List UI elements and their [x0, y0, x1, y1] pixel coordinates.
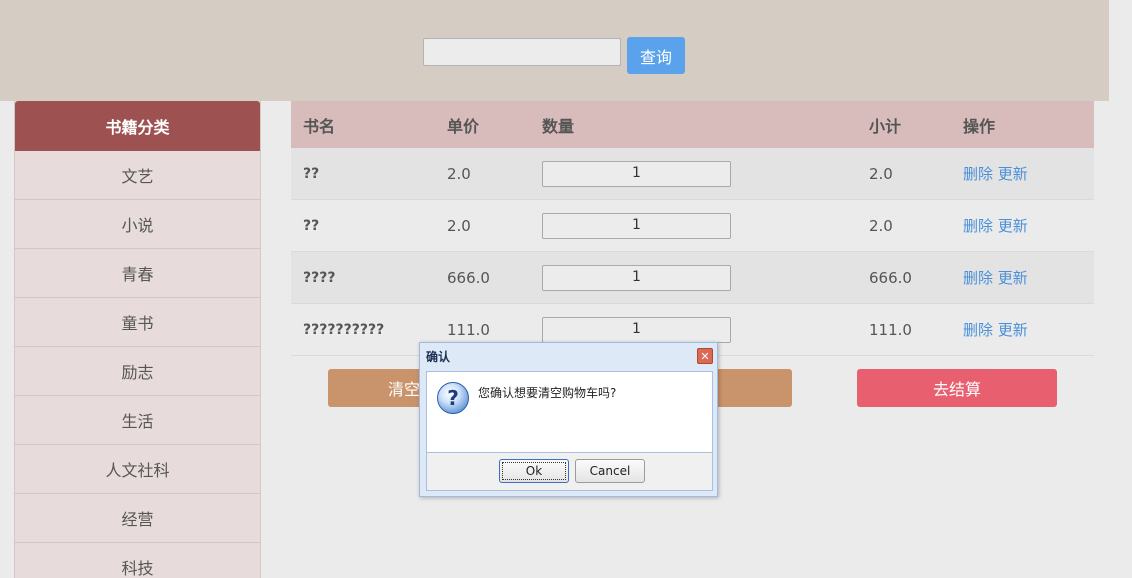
- sidebar-item-jingying[interactable]: 经营: [15, 494, 260, 543]
- table-header: 书名 单价 数量 小计 操作: [291, 101, 1094, 148]
- delete-link[interactable]: 删除: [963, 321, 993, 339]
- quantity-input[interactable]: 1: [542, 264, 731, 291]
- table-row: ???? 666.0 1 666.0 删除 更新: [291, 252, 1094, 304]
- book-name: ??: [303, 165, 320, 182]
- cart-table: 书名 单价 数量 小计 操作 ?? 2.0 1 2.0 删除 更新 ?? 2.0…: [291, 101, 1094, 356]
- sidebar-item-qingchun[interactable]: 青春: [15, 249, 260, 298]
- sidebar-title: 书籍分类: [15, 101, 260, 151]
- book-price: 2.0: [447, 216, 471, 235]
- book-price: 666.0: [447, 268, 490, 287]
- sidebar-item-tongshu[interactable]: 童书: [15, 298, 260, 347]
- sidebar-item-lizhi[interactable]: 励志: [15, 347, 260, 396]
- delete-link[interactable]: 删除: [963, 165, 993, 183]
- col-header-subtotal: 小计: [869, 116, 902, 136]
- col-header-price: 单价: [447, 116, 480, 136]
- dialog-title: 确认: [426, 350, 451, 364]
- dialog-footer: Ok Cancel: [426, 453, 713, 491]
- book-name: ??: [303, 217, 320, 234]
- dialog-message: 您确认想要清空购物车吗?: [478, 386, 617, 400]
- book-subtotal: 2.0: [869, 164, 893, 183]
- col-header-name: 书名: [303, 116, 336, 136]
- col-header-actions: 操作: [963, 116, 996, 136]
- sidebar-item-shenghuo[interactable]: 生活: [15, 396, 260, 445]
- book-subtotal: 666.0: [869, 268, 912, 287]
- search-button[interactable]: 查询: [627, 37, 685, 74]
- table-row: ?? 2.0 1 2.0 删除 更新: [291, 200, 1094, 252]
- table-row: ?? 2.0 1 2.0 删除 更新: [291, 148, 1094, 200]
- update-link[interactable]: 更新: [998, 165, 1028, 183]
- dialog-body: ? 您确认想要清空购物车吗?: [426, 371, 713, 453]
- question-icon: ?: [437, 382, 469, 414]
- category-sidebar: 书籍分类 文艺 小说 青春 童书 励志 生活 人文社科 经营 科技: [14, 101, 261, 578]
- book-subtotal: 2.0: [869, 216, 893, 235]
- delete-link[interactable]: 删除: [963, 269, 993, 287]
- sidebar-item-wenyi[interactable]: 文艺: [15, 151, 260, 200]
- quantity-input[interactable]: 1: [542, 212, 731, 239]
- ok-button[interactable]: Ok: [499, 459, 569, 483]
- update-link[interactable]: 更新: [998, 269, 1028, 287]
- sidebar-item-renwen[interactable]: 人文社科: [15, 445, 260, 494]
- book-name: ????: [303, 269, 336, 286]
- sidebar-item-keji[interactable]: 科技: [15, 543, 260, 578]
- update-link[interactable]: 更新: [998, 217, 1028, 235]
- col-header-qty: 数量: [542, 116, 575, 136]
- sidebar-item-xiaoshuo[interactable]: 小说: [15, 200, 260, 249]
- quantity-input[interactable]: 1: [542, 160, 731, 187]
- close-icon[interactable]: ✕: [697, 348, 713, 364]
- delete-link[interactable]: 删除: [963, 217, 993, 235]
- checkout-button[interactable]: 去结算: [857, 369, 1057, 407]
- top-search-bar: 查询: [0, 0, 1109, 101]
- book-subtotal: 111.0: [869, 320, 912, 339]
- book-name: ??????????: [303, 321, 385, 338]
- confirm-dialog: 确认 ✕ ? 您确认想要清空购物车吗? Ok Cancel: [419, 342, 718, 497]
- quantity-input[interactable]: 1: [542, 316, 731, 343]
- search-input[interactable]: [423, 38, 621, 66]
- cancel-button[interactable]: Cancel: [575, 459, 645, 483]
- book-price: 111.0: [447, 320, 490, 339]
- update-link[interactable]: 更新: [998, 321, 1028, 339]
- book-price: 2.0: [447, 164, 471, 183]
